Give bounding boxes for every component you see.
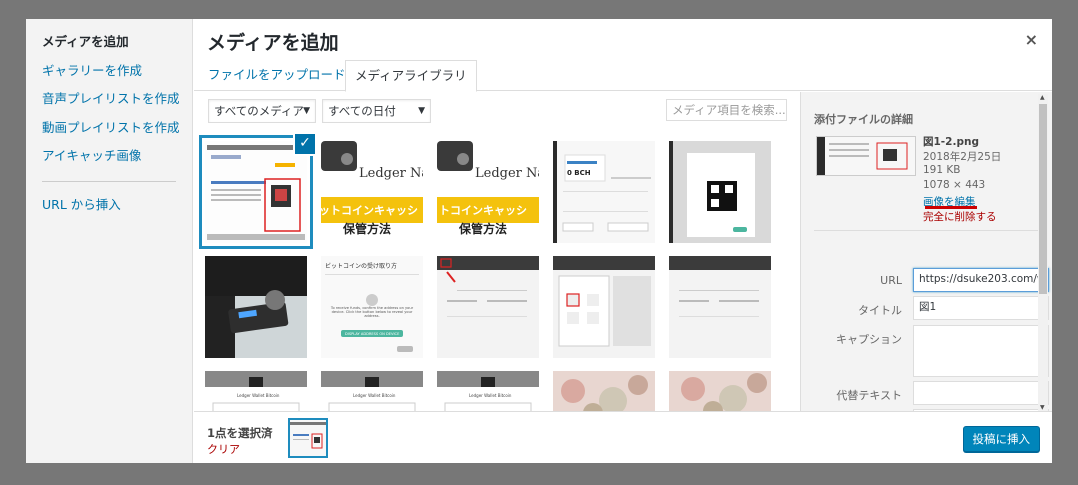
details-separator (814, 230, 1040, 231)
insert-into-post-button[interactable]: 投稿に挿入 (962, 426, 1040, 452)
thumbnail-image: ビットコインの受け取り方 To receive funds, confirm t… (321, 256, 423, 358)
clear-selection-link[interactable]: クリア (207, 441, 240, 457)
attachment-details-sidebar: 添付ファイルの詳細 図1-2.png 2018年2月25日 191 KB 107… (800, 92, 1052, 411)
thumbnail-image (205, 141, 307, 243)
attachment-thumb[interactable]: ビットコインの受け取り方 To receive funds, confirm t… (321, 256, 423, 358)
media-type-filter-value: すべてのメディア (214, 104, 304, 118)
thumbnail-image: Ledger Na トコインキャッシ 保管方法 (437, 141, 539, 243)
url-field[interactable]: https://dsuke203.com/wp-c (913, 268, 1049, 292)
menu-separator (42, 180, 176, 182)
tab-media-library[interactable]: メディアライブラリ (345, 60, 477, 92)
delete-permanently-link[interactable]: 完全に削除する (923, 209, 997, 224)
selection-count: 1点を選択済 (207, 426, 273, 440)
thumbnail-image (553, 256, 655, 358)
router-tabs: ファイルをアップロード メディアライブラリ (194, 60, 1052, 92)
close-icon[interactable]: × (1025, 30, 1038, 49)
thumb-text: Ledger Wallet Bitcoin (353, 393, 396, 398)
thumbnail-image (553, 371, 655, 411)
alt-text-field[interactable] (913, 381, 1049, 405)
details-heading: 添付ファイルの詳細 (814, 113, 913, 126)
thumb-text: ットコインキャッシ (321, 204, 418, 217)
attachment-thumb[interactable]: Ledger Wallet Bitcoin (437, 371, 539, 411)
checkmark-icon[interactable]: ✓ (293, 132, 317, 156)
thumb-text: Ledger Wallet Bitcoin (237, 393, 280, 398)
thumbnail-image: Ledger Wallet Bitcoin (205, 371, 307, 411)
scroll-up-icon[interactable]: ▲ (1040, 94, 1045, 101)
caption-label: キャプション (836, 333, 902, 346)
details-thumbnail-image (817, 137, 915, 175)
media-modal: メディアを追加 ギャラリーを作成 音声プレイリストを作成 動画プレイリストを作成… (26, 19, 1052, 463)
thumb-text: Ledger Na (359, 166, 423, 181)
attachments-grid: Ledger Na ットコインキャッシ 保管方法 Ledger Na トコインキ… (194, 134, 800, 411)
menu-item-create-gallery[interactable]: ギャラリーを作成 (26, 57, 192, 86)
thumbnail-image (669, 256, 771, 358)
thumbnail-image: Ledger Wallet Bitcoin (321, 371, 423, 411)
details-scrollbar-thumb[interactable] (1039, 104, 1047, 294)
thumb-text: 0 BCH (567, 169, 591, 177)
menu-item-create-video-playlist[interactable]: 動画プレイリストを作成 (26, 114, 192, 143)
thumb-text: 保管方法 (342, 221, 391, 236)
menu-item-add-media[interactable]: メディアを追加 (26, 28, 192, 57)
thumb-text: 保管方法 (458, 221, 507, 236)
attachment-thumb[interactable]: 0 BCH (553, 141, 655, 243)
date-filter[interactable]: すべての日付 ▼ (322, 99, 431, 123)
details-filesize: 191 KB (923, 164, 961, 176)
attachment-thumb[interactable]: Ledger Wallet Bitcoin (321, 371, 423, 411)
details-scrollbar[interactable]: ▲ ▼ (1038, 94, 1048, 411)
thumbnail-image (205, 256, 307, 358)
title-field[interactable]: 図1 (913, 296, 1049, 320)
details-date: 2018年2月25日 (923, 151, 1002, 163)
menu-item-featured-image[interactable]: アイキャッチ画像 (26, 142, 192, 171)
tab-upload-files[interactable]: ファイルをアップロード (199, 60, 355, 91)
thumb-text: Ledger Na (475, 166, 539, 181)
chevron-down-icon: ▼ (303, 106, 310, 116)
thumbnail-image (669, 141, 771, 243)
media-menu: メディアを追加 ギャラリーを作成 音声プレイリストを作成 動画プレイリストを作成… (26, 19, 193, 463)
thumb-text: トコインキャッシ (439, 204, 527, 217)
details-filename: 図1-2.png (923, 136, 979, 148)
attachment-thumb[interactable] (669, 371, 771, 411)
thumbnail-image (669, 371, 771, 411)
menu-item-insert-from-url[interactable]: URL から挿入 (26, 191, 192, 220)
selected-thumbnail-image (290, 420, 326, 456)
scroll-down-icon[interactable]: ▼ (1040, 404, 1045, 411)
attachment-thumb[interactable]: Ledger Na トコインキャッシ 保管方法 (437, 141, 539, 243)
thumbnail-image: 0 BCH (553, 141, 655, 243)
attachment-thumb[interactable]: Ledger Wallet Bitcoin (205, 371, 307, 411)
attachment-thumb[interactable] (205, 256, 307, 358)
caption-field[interactable] (913, 325, 1049, 377)
media-search-input[interactable]: メディア項目を検索... (666, 99, 787, 121)
attachment-thumb[interactable]: Ledger Na ットコインキャッシ 保管方法 (321, 141, 423, 243)
thumb-text: To receive funds, confirm the address on… (330, 306, 414, 319)
modal-title: メディアを追加 (207, 32, 339, 54)
details-thumbnail (816, 136, 916, 176)
details-dimensions: 1078 × 443 (923, 179, 986, 191)
attachment-thumb[interactable] (669, 141, 771, 243)
attachment-thumb[interactable] (553, 256, 655, 358)
thumb-text: DISPLAY ADDRESS ON DEVICE (345, 332, 400, 336)
thumb-text: ビットコインの受け取り方 (325, 262, 397, 270)
menu-item-create-audio-playlist[interactable]: 音声プレイリストを作成 (26, 85, 192, 114)
thumbnail-image: Ledger Wallet Bitcoin (437, 371, 539, 411)
thumbnail-image (437, 256, 539, 358)
date-filter-value: すべての日付 (328, 104, 396, 118)
selected-thumbnail[interactable] (288, 418, 328, 458)
attachment-thumb[interactable] (205, 141, 307, 243)
thumb-text: Ledger Wallet Bitcoin (469, 393, 512, 398)
media-type-filter[interactable]: すべてのメディア ▼ (208, 99, 316, 123)
chevron-down-icon: ▼ (418, 106, 425, 116)
url-label: URL (880, 274, 902, 287)
attachment-thumb[interactable] (553, 371, 655, 411)
attachment-thumb[interactable] (437, 256, 539, 358)
title-label: タイトル (858, 304, 902, 317)
thumbnail-image: Ledger Na ットコインキャッシ 保管方法 (321, 141, 423, 243)
attachment-thumb[interactable] (669, 256, 771, 358)
media-toolbar-footer: 1点を選択済 クリア 投稿に挿入 (194, 411, 1052, 463)
alt-text-label: 代替テキスト (836, 389, 902, 402)
